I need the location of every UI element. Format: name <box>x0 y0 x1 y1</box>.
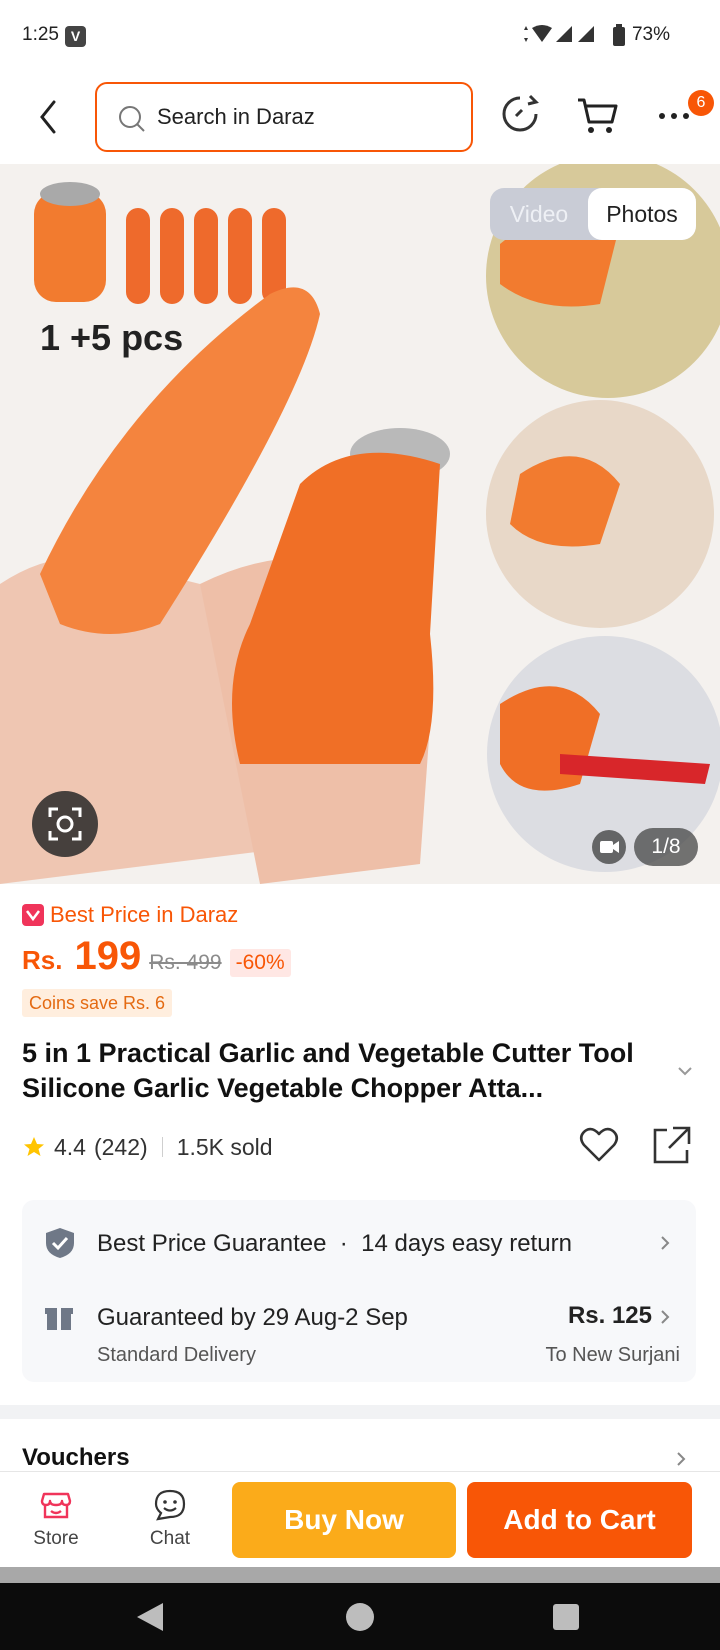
chat-icon <box>154 1489 186 1521</box>
gesture-strip <box>0 1567 720 1583</box>
back-triangle-icon <box>137 1603 163 1631</box>
image-counter: 1/8 <box>634 828 698 866</box>
search-input[interactable]: Search in Daraz <box>95 82 473 152</box>
rating-row[interactable]: 4.4 (242) 1.5K sold <box>22 1127 273 1167</box>
coins-tag: Coins save Rs. 6 <box>22 989 173 1017</box>
chat-label: Chat <box>149 1528 191 1549</box>
media-toggle: Video Photos <box>490 188 696 240</box>
status-indicators: 73% <box>522 22 670 48</box>
buy-now-button[interactable]: Buy Now <box>232 1482 456 1558</box>
delivery-fee: Rs. 125 <box>567 1302 652 1329</box>
battery-percentage: 73% <box>631 24 670 45</box>
tab-video[interactable]: Video <box>490 188 588 240</box>
cart-badge: 6 <box>688 90 714 116</box>
store-button[interactable]: Store <box>16 1488 96 1558</box>
image-search-button[interactable] <box>32 791 98 857</box>
service-card: Best Price Guarantee · 14 days easy retu… <box>22 1200 696 1382</box>
system-navigation-bar <box>0 1583 720 1650</box>
tab-photos[interactable]: Photos <box>588 188 696 240</box>
add-to-cart-button[interactable]: Add to Cart <box>467 1482 692 1558</box>
current-price: 199 <box>74 934 142 978</box>
store-label: Store <box>33 1528 79 1549</box>
delivery-row[interactable]: Guaranteed by 29 Aug-2 Sep Standard Deli… <box>22 1292 696 1372</box>
guarantee-text: Best Price Guarantee · 14 days easy retu… <box>97 1230 572 1257</box>
top-navigation: Search in Daraz 6 <box>0 72 720 164</box>
battery-icon <box>612 24 625 46</box>
system-nav-icons <box>137 1603 579 1631</box>
video-button[interactable] <box>592 830 626 864</box>
delivery-guarantee: Guaranteed by 29 Aug-2 Sep <box>97 1304 408 1331</box>
chevron-right-icon <box>661 1310 670 1324</box>
best-price-banner: Best Price in Daraz <box>22 902 238 928</box>
chevron-right-icon[interactable] <box>674 1450 688 1468</box>
recents-square-icon <box>553 1604 579 1630</box>
home-circle-icon <box>346 1603 374 1631</box>
back-arrow-icon[interactable] <box>30 92 70 142</box>
guarantee-row[interactable]: Best Price Guarantee · 14 days easy retu… <box>22 1218 696 1268</box>
chevron-down-icon[interactable] <box>674 1060 696 1082</box>
status-bar: 1:25 V 73% <box>0 0 720 72</box>
search-icon <box>119 106 145 132</box>
review-count: (242) <box>93 1133 148 1160</box>
shield-check-icon <box>46 1228 74 1258</box>
delivery-type: Standard Delivery <box>97 1344 256 1366</box>
section-divider <box>0 1405 720 1419</box>
product-image-gallery[interactable]: 1 +5 pcs Video Photos 1/8 <box>0 164 720 884</box>
video-camera-icon <box>600 841 619 853</box>
share-refresh-icon[interactable] <box>496 90 544 138</box>
delivery-box-icon <box>45 1308 73 1330</box>
image-caption: 1 +5 pcs <box>40 317 183 358</box>
sold-count: 1.5K sold <box>176 1133 273 1160</box>
rating-value: 4.4 <box>54 1133 86 1160</box>
original-price: Rs. 499 <box>149 951 222 974</box>
cart-icon[interactable] <box>574 90 622 138</box>
chevron-right-icon <box>661 1236 670 1250</box>
bottom-action-bar: Store Chat Buy Now Add to Cart <box>0 1471 720 1567</box>
signal-icons <box>523 25 594 42</box>
share-icon[interactable] <box>651 1124 693 1166</box>
discount-badge: -60% <box>229 949 291 977</box>
chat-button[interactable]: Chat <box>130 1488 210 1558</box>
store-icon <box>40 1492 72 1519</box>
price-currency: Rs. <box>22 945 63 975</box>
product-title[interactable]: 5 in 1 Practical Garlic and Vegetable Cu… <box>22 1036 662 1106</box>
product-image: 1 +5 pcs <box>0 164 720 884</box>
app-notification-icon: V <box>65 26 86 47</box>
delivery-location: To New Surjani <box>545 1344 680 1366</box>
camera-scan-icon <box>48 807 82 841</box>
search-placeholder: Search in Daraz <box>157 104 315 129</box>
status-time: 1:25 <box>22 24 59 45</box>
best-price-icon <box>22 904 44 926</box>
star-icon <box>24 1137 44 1156</box>
heart-icon[interactable] <box>578 1124 620 1166</box>
best-price-label: Best Price in Daraz <box>50 902 239 927</box>
vouchers-heading[interactable]: Vouchers <box>22 1444 130 1472</box>
separator <box>161 1137 163 1157</box>
price-row: Rs. 199 Rs. 499 -60% <box>22 934 291 990</box>
